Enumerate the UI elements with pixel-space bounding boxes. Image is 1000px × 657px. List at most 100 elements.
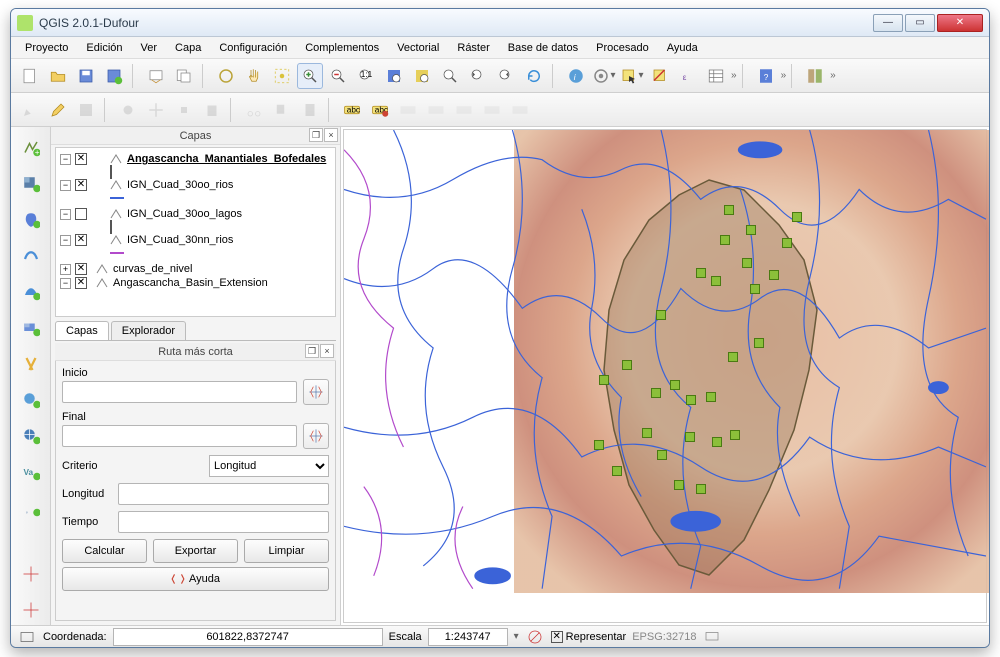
visibility-checkbox[interactable]: ✕ [75, 234, 87, 246]
visibility-checkbox[interactable]: ✕ [75, 153, 87, 165]
zoom-out-button[interactable] [325, 63, 351, 89]
save-as-button[interactable] [101, 63, 127, 89]
edits-button[interactable] [17, 97, 43, 123]
layer-row[interactable]: − ✕ IGN_Cuad_30nn_rios [60, 233, 331, 247]
route-close-button[interactable]: × [320, 344, 334, 358]
add-wfs-button[interactable] [16, 421, 46, 451]
node-tool-button[interactable] [171, 97, 197, 123]
new-project-button[interactable] [17, 63, 43, 89]
final-pick-button[interactable] [303, 423, 329, 449]
layer-row[interactable]: − ✕ IGN_Cuad_30oo_rios [60, 178, 331, 192]
add-vector-button[interactable]: + [16, 133, 46, 163]
help-toolbar-button[interactable]: ? [753, 63, 779, 89]
menu-proyecto[interactable]: Proyecto [17, 40, 76, 56]
route-end-icon[interactable] [16, 595, 46, 625]
exportar-button[interactable]: Exportar [153, 539, 238, 563]
inicio-input[interactable] [62, 381, 297, 403]
zoom-last-button[interactable] [465, 63, 491, 89]
add-delimited-button[interactable]: , [16, 493, 46, 523]
inicio-pick-button[interactable] [303, 379, 329, 405]
expand-icon[interactable]: − [60, 154, 71, 165]
add-feature-button[interactable] [115, 97, 141, 123]
toolbar-overflow-1[interactable]: » [731, 70, 737, 81]
final-input[interactable] [62, 425, 297, 447]
layer-row[interactable]: + ✕ curvas_de_nivel [60, 262, 331, 276]
toggle-edit-button[interactable] [45, 97, 71, 123]
ayuda-button[interactable]: Ayuda [62, 567, 329, 591]
visibility-checkbox[interactable]: ✕ [75, 277, 87, 289]
expand-icon[interactable]: − [60, 209, 71, 220]
identify-button[interactable]: i [563, 63, 589, 89]
render-checkbox[interactable]: ✕Representar [551, 630, 627, 644]
add-wcs-button[interactable] [16, 385, 46, 415]
zoom-in-button[interactable] [297, 63, 323, 89]
save-edits-button[interactable] [73, 97, 99, 123]
tab-explorador[interactable]: Explorador [111, 321, 186, 340]
criterio-select[interactable]: Longitud [209, 455, 329, 477]
menu-capa[interactable]: Capa [167, 40, 209, 56]
move-feature-button[interactable] [143, 97, 169, 123]
visibility-checkbox[interactable]: ✕ [75, 263, 87, 275]
tab-capas[interactable]: Capas [55, 321, 109, 340]
expression-button[interactable]: ε [675, 63, 701, 89]
zoom-native-button[interactable]: 1:1 [353, 63, 379, 89]
route-undock-button[interactable]: ❐ [305, 344, 319, 358]
menu-raster[interactable]: Ráster [449, 40, 497, 56]
refresh-button[interactable] [521, 63, 547, 89]
expand-icon[interactable]: + [60, 264, 71, 275]
visibility-checkbox[interactable] [75, 208, 87, 220]
menu-complementos[interactable]: Complementos [297, 40, 387, 56]
copy-features-button[interactable] [269, 97, 295, 123]
undo-button[interactable] [213, 63, 239, 89]
menu-vectorial[interactable]: Vectorial [389, 40, 447, 56]
add-spatialite-button[interactable] [16, 241, 46, 271]
menu-procesado[interactable]: Procesado [588, 40, 657, 56]
limpiar-button[interactable]: Limpiar [244, 539, 329, 563]
zoom-next-button[interactable] [493, 63, 519, 89]
menu-configuracion[interactable]: Configuración [211, 40, 295, 56]
select-button[interactable]: ▾ [619, 63, 645, 89]
expand-icon[interactable]: − [60, 235, 71, 246]
label-move-button[interactable] [451, 97, 477, 123]
layers-tree[interactable]: − ✕ Angascancha_Manantiales_Bofedales− ✕… [55, 147, 336, 317]
actions-button[interactable]: ▾ [591, 63, 617, 89]
label-abc-button[interactable]: abc [339, 97, 365, 123]
menu-ver[interactable]: Ver [133, 40, 166, 56]
route-start-icon[interactable] [16, 559, 46, 589]
maximize-button[interactable]: ▭ [905, 14, 935, 32]
menu-basedatos[interactable]: Base de datos [500, 40, 586, 56]
close-button[interactable]: ✕ [937, 14, 983, 32]
label-change-button[interactable] [507, 97, 533, 123]
titlebar[interactable]: QGIS 2.0.1-Dufour ― ▭ ✕ [11, 9, 989, 37]
layers-undock-button[interactable]: ❐ [309, 128, 323, 142]
label-pin-button[interactable] [395, 97, 421, 123]
add-raster-button[interactable] [16, 169, 46, 199]
layer-row[interactable]: − ✕ Angascancha_Basin_Extension [60, 276, 331, 290]
zoom-selection-button[interactable] [409, 63, 435, 89]
toolbar-overflow-2[interactable]: » [781, 70, 787, 81]
expand-icon[interactable]: − [60, 278, 71, 289]
map-canvas[interactable] [341, 127, 989, 625]
toggle-extents-button[interactable] [17, 628, 37, 646]
label-rotate-button[interactable] [479, 97, 505, 123]
crs-label[interactable]: EPSG:32718 [632, 631, 696, 643]
messages-button[interactable] [702, 628, 722, 646]
add-wms-button[interactable] [16, 349, 46, 379]
escala-input[interactable] [428, 628, 508, 646]
expand-icon[interactable]: − [60, 180, 71, 191]
label-hide-button[interactable] [423, 97, 449, 123]
print-composer-button[interactable] [143, 63, 169, 89]
add-postgis-button[interactable] [16, 205, 46, 235]
minimize-button[interactable]: ― [873, 14, 903, 32]
pan-to-selection-button[interactable] [269, 63, 295, 89]
zoom-layer-button[interactable] [437, 63, 463, 89]
pan-button[interactable] [241, 63, 267, 89]
layer-row[interactable]: − IGN_Cuad_30oo_lagos [60, 207, 331, 221]
add-csv-button[interactable]: Va [16, 457, 46, 487]
toolbar-overflow-3[interactable]: » [830, 70, 836, 81]
add-oracle-button[interactable] [16, 313, 46, 343]
composer-manager-button[interactable] [171, 63, 197, 89]
escala-dropdown[interactable]: ▾ [514, 631, 519, 642]
delete-feature-button[interactable] [199, 97, 225, 123]
zoom-full-button[interactable] [381, 63, 407, 89]
